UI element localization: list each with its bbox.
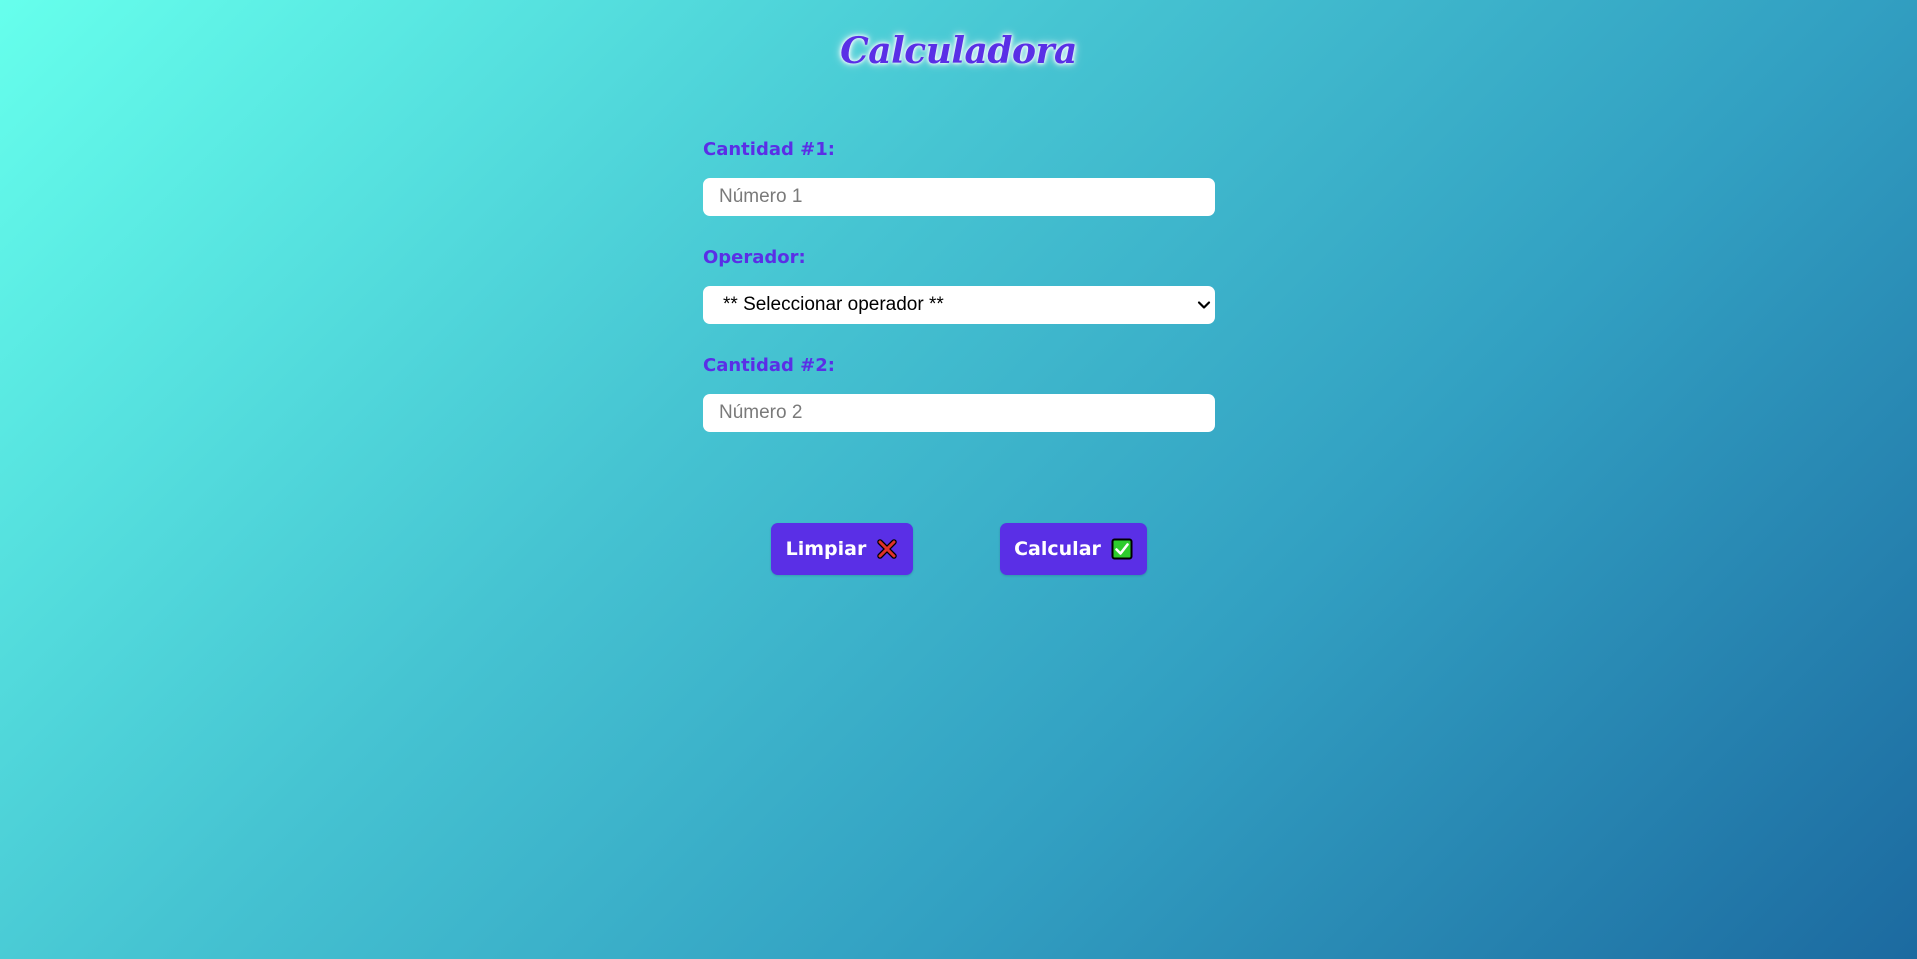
- quantity2-label: Cantidad #2:: [703, 355, 835, 376]
- quantity2-input[interactable]: [703, 394, 1215, 432]
- clear-button[interactable]: Limpiar: [771, 523, 913, 575]
- operator-selected-value: ** Seleccionar operador **: [723, 294, 944, 315]
- clear-button-label: Limpiar: [785, 538, 867, 560]
- chevron-down-icon: [1197, 301, 1211, 309]
- operator-select[interactable]: ** Seleccionar operador **: [703, 286, 1215, 324]
- calculator-form: Cantidad #1: Operador: ** Seleccionar op…: [703, 138, 1215, 432]
- operator-label: Operador:: [703, 247, 806, 268]
- cross-mark-icon: [876, 538, 898, 560]
- check-mark-icon: [1111, 538, 1133, 560]
- calculate-button-label: Calcular: [1014, 538, 1101, 560]
- quantity1-input[interactable]: [703, 178, 1215, 216]
- calculate-button[interactable]: Calcular: [1000, 523, 1147, 575]
- page-title: Calculadora: [840, 30, 1077, 72]
- quantity1-label: Cantidad #1:: [703, 139, 835, 160]
